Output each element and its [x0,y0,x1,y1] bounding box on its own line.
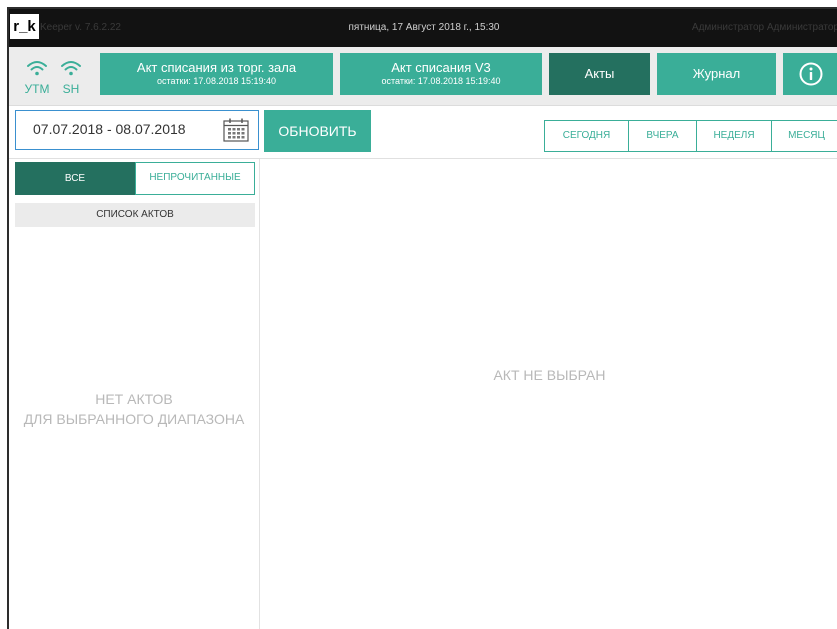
journal-button[interactable]: Журнал [657,53,776,95]
acts-list-header: СПИСОК АКТОВ [15,203,255,227]
sh-label: SH [62,82,80,96]
app-window: r_k Keeper v. 7.6.2.22 пятница, 17 Авгус… [7,7,837,629]
empty-list-line2: ДЛЯ ВЫБРАННОГО ДИАПАЗОНА [23,411,245,427]
writeoff-hall-button[interactable]: Акт списания из торг. зала остатки: 17.0… [100,53,333,95]
period-yesterday-button[interactable]: ВЧЕРА [628,120,697,152]
calendar-icon[interactable] [223,118,249,142]
writeoff-hall-title: Акт списания из торг. зала [136,60,297,75]
writeoff-v3-button[interactable]: Акт списания V3 остатки: 17.08.2018 15:1… [340,53,542,95]
writeoff-v3-title: Акт списания V3 [391,60,491,75]
writeoff-v3-subtitle: остатки: 17.08.2018 15:19:40 [381,76,501,86]
refresh-button[interactable]: ОБНОВИТЬ [264,110,371,152]
current-user: Администратор Администратор [691,22,837,33]
period-month-button[interactable]: МЕСЯЦ [771,120,837,152]
period-buttons: СЕГОДНЯ ВЧЕРА НЕДЕЛЯ МЕСЯЦ [543,120,837,152]
period-week-button[interactable]: НЕДЕЛЯ [695,120,773,152]
writeoff-hall-subtitle: остатки: 17.08.2018 15:19:40 [157,76,276,86]
utm-label: УТМ [24,82,50,96]
empty-list-line1: НЕТ АКТОВ [95,391,173,407]
date-range-field[interactable]: 07.07.2018 - 08.07.2018 [15,110,259,150]
period-today-button[interactable]: СЕГОДНЯ [543,120,630,152]
info-button[interactable] [783,53,837,95]
info-icon [799,62,823,86]
wifi-icon [61,61,81,76]
wifi-icon [27,61,47,76]
acts-button[interactable]: Акты [549,53,650,95]
tab-unread[interactable]: НЕПРОЧИТАННЫЕ [135,162,255,195]
acts-list-panel: ВСЕ НЕПРОЧИТАННЫЕ СПИСОК АКТОВ НЕТ АКТОВ… [9,159,260,629]
sh-status: SH [55,47,87,105]
tab-all[interactable]: ВСЕ [15,162,135,195]
date-filter-bar: 07.07.2018 - 08.07.2018 ОБНОВИТЬ СЕГОДНЯ… [9,106,837,159]
title-bar: r_k Keeper v. 7.6.2.22 пятница, 17 Авгус… [9,9,837,47]
empty-list-message: НЕТ АКТОВ ДЛЯ ВЫБРАННОГО ДИАПАЗОНА [9,389,259,429]
toolbar: УТМ SH Акт списания из торг. зала остатк… [9,47,837,106]
empty-detail-message: АКТ НЕ ВЫБРАН [493,367,606,383]
utm-status: УТМ [21,47,53,105]
date-range-value: 07.07.2018 - 08.07.2018 [33,121,186,137]
